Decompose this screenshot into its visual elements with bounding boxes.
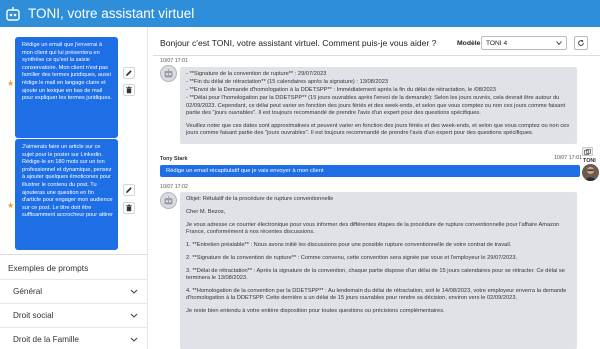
refresh-icon <box>578 39 584 46</box>
reset-conversation-button[interactable] <box>574 36 588 50</box>
copy-icon <box>584 148 591 155</box>
prompt-examples: Exemples de prompts Général Droit social… <box>0 254 147 349</box>
message-line: 2. **Signature de la convention de ruptu… <box>186 254 518 261</box>
message-line: 3. **Délai de rétractation** : Après la … <box>186 267 565 282</box>
user-avatar <box>582 164 599 181</box>
examples-title: Exemples de prompts <box>8 263 89 273</box>
chevron-down-icon <box>130 287 138 296</box>
favorite-star-icon[interactable]: ★ <box>7 79 14 88</box>
message-line: Je vous adresse ce courrier électronique… <box>186 221 560 236</box>
model-select[interactable]: TONI 4 <box>481 36 567 50</box>
model-value: TONI 4 <box>486 39 508 47</box>
category-label: Droit social <box>13 311 54 320</box>
robot-logo-icon <box>4 5 22 23</box>
trash-icon <box>126 204 132 212</box>
message-line: - **Signature de la convention de ruptur… <box>186 71 327 77</box>
toni-message: - **Signature de la convention de ruptur… <box>180 67 577 144</box>
message-line: 4. **Homologation de la convention par l… <box>186 287 567 302</box>
pencil-icon <box>126 187 132 193</box>
message-timestamp: 10/07 17:01 <box>554 155 582 161</box>
message-line: 1. **Entretien préalable** : Nous avons … <box>186 241 512 248</box>
chevron-down-icon <box>130 335 138 344</box>
message-line: Je reste bien entendu à votre entière di… <box>186 308 445 315</box>
user-message: Rédige un email récapitulatif que je vai… <box>160 165 580 177</box>
message-line: Cher M. Bezos, <box>186 208 226 215</box>
chat-panel: Bonjour c'est TONI, votre assistant virt… <box>153 27 600 349</box>
saved-prompt-text: Rédige un email que j'enverrai à mon cli… <box>22 42 112 102</box>
toni-avatar <box>160 192 177 209</box>
category-droit-social[interactable]: Droit social <box>0 303 147 327</box>
top-bar: TONI, votre assistant virtuel <box>0 0 600 27</box>
copy-button[interactable] <box>582 147 593 156</box>
greeting-text: Bonjour c'est TONI, votre assistant virt… <box>160 38 437 48</box>
sender-name: Tony Stark <box>160 156 188 162</box>
toni-avatar <box>160 65 177 82</box>
message-line: - **Envoi de la Demande d'homologation à… <box>186 87 496 94</box>
category-general[interactable]: Général <box>0 279 147 303</box>
category-label: Droit de la Famille <box>13 335 79 344</box>
user-message-text: Rédige un email récapitulatif que je vai… <box>166 168 324 174</box>
category-label: Général <box>13 287 43 296</box>
app-title: TONI, votre assistant virtuel <box>28 6 195 21</box>
sidebar: ★ Rédige un email que j'enverrai à mon c… <box>0 27 148 349</box>
category-droit-famille[interactable]: Droit de la Famille <box>0 327 147 349</box>
toni-message: Objet: Rétulatif de la procédure de rupt… <box>180 192 577 349</box>
message-line: - **Fin du délai de rétractation** (15 c… <box>186 79 389 86</box>
chevron-down-icon <box>556 40 562 47</box>
message-timestamp: 10/07 17:01 <box>160 58 188 64</box>
pencil-icon <box>126 70 132 76</box>
saved-prompt-card[interactable]: Rédige un email que j'enverrai à mon cli… <box>15 37 118 138</box>
message-line: Objet: Rétulatif de la procédure de rupt… <box>186 196 334 202</box>
delete-prompt-button[interactable] <box>123 202 135 214</box>
message-line: - **Délai pour l'homologation par la DDE… <box>186 95 566 116</box>
message-line: Veuillez noter que ces dates sont approx… <box>186 122 570 137</box>
saved-prompt-card[interactable]: J'aimerais faire un article sur ce sujet… <box>15 139 118 250</box>
edit-prompt-button[interactable] <box>123 67 135 79</box>
saved-prompt-text: J'aimerais faire un article sur ce sujet… <box>22 144 113 219</box>
delete-prompt-button[interactable] <box>123 84 135 96</box>
robot-icon <box>164 69 173 78</box>
chat-header: Bonjour c'est TONI, votre assistant virt… <box>153 31 600 56</box>
favorite-star-icon[interactable]: ★ <box>7 201 14 210</box>
edit-prompt-button[interactable] <box>123 184 135 196</box>
robot-icon <box>164 196 173 205</box>
trash-icon <box>126 86 132 94</box>
message-timestamp: 10/07 17:02 <box>160 184 188 190</box>
model-label: Modèle <box>457 39 481 47</box>
chevron-down-icon <box>130 311 138 320</box>
